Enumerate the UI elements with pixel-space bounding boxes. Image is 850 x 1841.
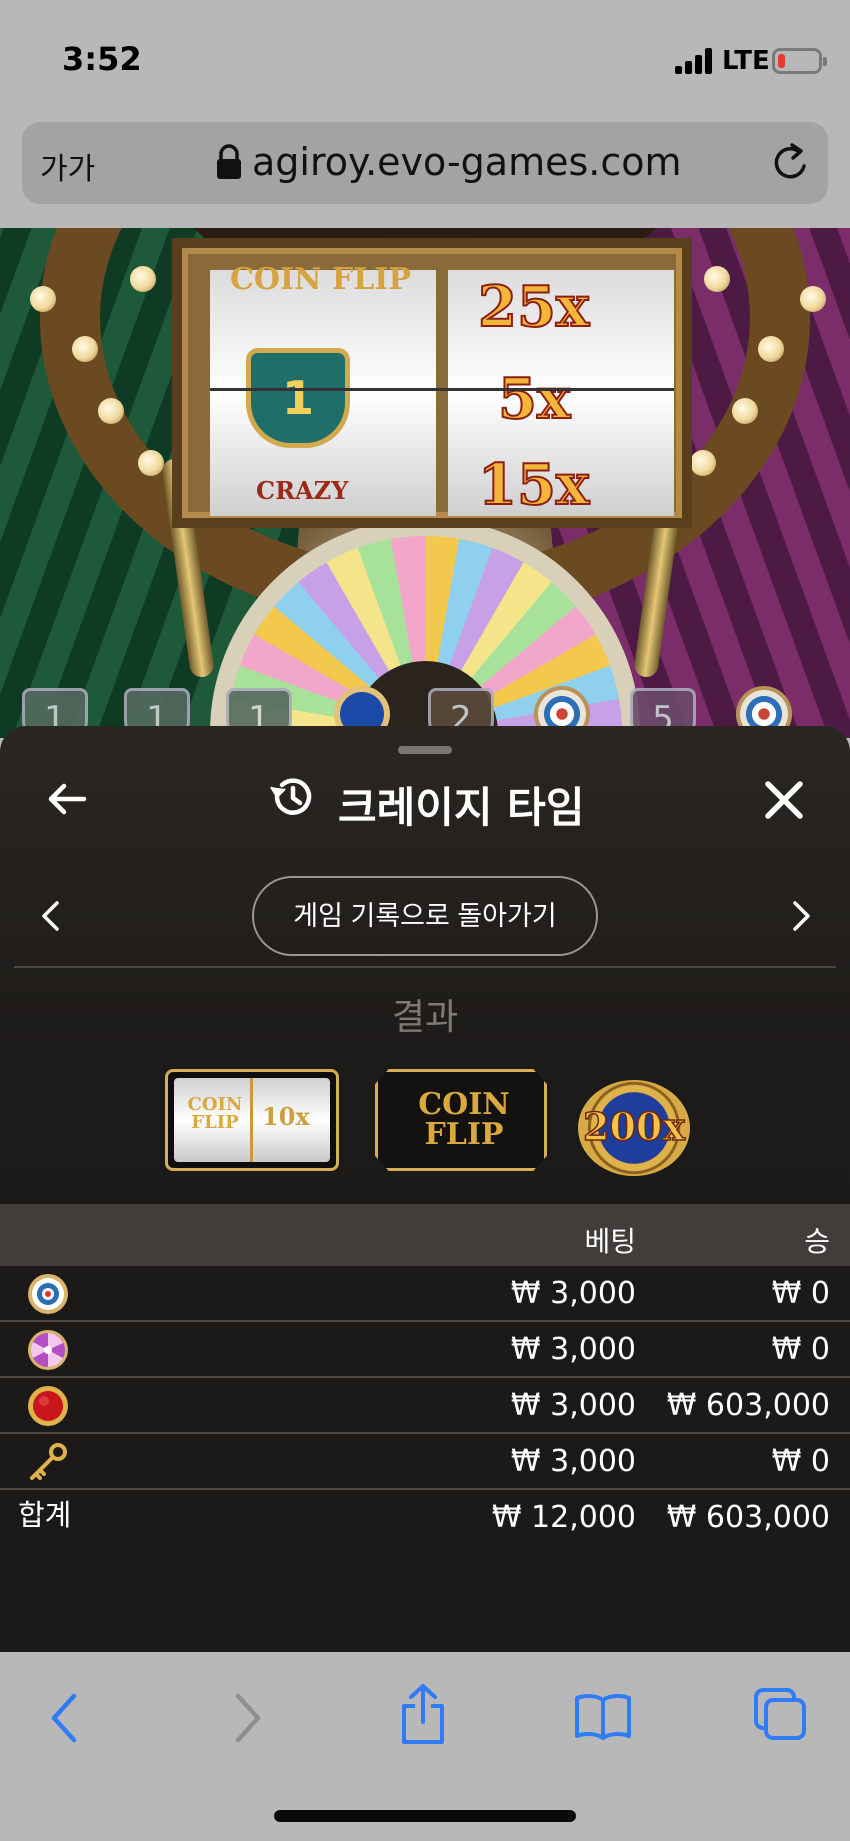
slot-reel-right: 25x 5x 15x xyxy=(448,270,674,519)
slot-crazy-label: CRAZY xyxy=(256,476,349,505)
slot-shield: 1 xyxy=(246,348,350,448)
header-win: 승 xyxy=(804,1225,830,1258)
marquee-bulb xyxy=(690,450,716,476)
table-row: ₩ 3,000 ₩ 0 xyxy=(0,1322,850,1378)
slot-shield-number: 1 xyxy=(281,371,314,425)
table-row: ₩ 3,000 ₩ 603,000 xyxy=(0,1378,850,1434)
slot-multiplier: 5x xyxy=(497,365,571,433)
history-icon xyxy=(270,778,312,815)
marquee-bulb xyxy=(758,336,784,362)
close-icon[interactable] xyxy=(762,778,806,822)
status-bar: 3:52 LTE xyxy=(0,0,850,120)
text-size-button[interactable]: 가가 xyxy=(40,144,95,188)
lock-icon xyxy=(217,144,241,179)
divider xyxy=(14,966,836,968)
result-slot-separator xyxy=(250,1078,253,1162)
marquee-bulb xyxy=(130,266,156,292)
status-time: 3:52 xyxy=(62,40,142,78)
marquee-bulb xyxy=(72,336,98,362)
game-video: COIN FLIP 1 CRAZY 25x 5x 15x 1 1 1 2 5 xyxy=(0,228,850,738)
home-indicator xyxy=(274,1810,576,1822)
marquee-bulb xyxy=(98,398,124,424)
forward-icon[interactable] xyxy=(232,1690,264,1746)
win-amount: ₩ 603,000 xyxy=(666,1388,830,1423)
slot-multiplier: 15x xyxy=(477,451,590,519)
back-to-history-button[interactable]: 게임 기록으로 돌아가기 xyxy=(252,876,598,956)
marquee-bulb xyxy=(732,398,758,424)
network-label: LTE xyxy=(722,46,770,76)
chevron-left-icon[interactable] xyxy=(40,900,60,932)
total-row: 합계 ₩ 12,000 ₩ 603,000 xyxy=(0,1490,850,1546)
result-multiplier: 200x xyxy=(582,1103,685,1150)
marquee-bulb xyxy=(138,450,164,476)
win-amount: ₩ 0 xyxy=(771,1444,830,1479)
address-bar[interactable]: 가가 agiroy.evo-games.com xyxy=(22,122,828,204)
game-history-sheet: 크레이지 타임 게임 기록으로 돌아가기 결과 COIN FLIP 10x CO… xyxy=(0,726,850,1652)
reload-icon[interactable] xyxy=(768,140,814,186)
result-slot-coinflip: COIN FLIP xyxy=(187,1094,243,1133)
slot-multiplier: 25x xyxy=(477,273,590,341)
top-slot: COIN FLIP 1 CRAZY 25x 5x 15x xyxy=(172,238,692,528)
result-label: 결과 xyxy=(391,997,459,1038)
signal-icon xyxy=(675,48,715,74)
result-segment-label: COIN FLIP xyxy=(418,1087,510,1152)
share-icon[interactable] xyxy=(398,1682,448,1746)
total-win: ₩ 603,000 xyxy=(666,1500,830,1535)
table-header: 베팅 승 xyxy=(0,1204,850,1266)
win-amount: ₩ 0 xyxy=(771,1276,830,1311)
marquee-bulb xyxy=(800,286,826,312)
slot-coinflip-label: COIN FLIP xyxy=(230,262,411,297)
sheet-grabber[interactable] xyxy=(398,746,452,754)
bookmarks-icon[interactable] xyxy=(574,1692,632,1740)
result-segment: COIN FLIP xyxy=(375,1069,547,1171)
table-row: ₩ 3,000 ₩ 0 xyxy=(0,1266,850,1322)
marquee-bulb xyxy=(30,286,56,312)
result-top-slot: COIN FLIP 10x xyxy=(165,1069,339,1171)
result-slot-multiplier: 10x xyxy=(262,1102,310,1131)
marquee-bulb xyxy=(704,266,730,292)
back-icon[interactable] xyxy=(48,1690,80,1746)
chevron-right-icon[interactable] xyxy=(792,900,812,932)
win-amount: ₩ 0 xyxy=(771,1332,830,1367)
battery-icon xyxy=(772,48,827,74)
arrow-left-icon[interactable] xyxy=(46,778,88,820)
slot-payline xyxy=(210,388,674,391)
url-text[interactable]: agiroy.evo-games.com xyxy=(252,140,682,184)
slot-reel-left: COIN FLIP 1 CRAZY xyxy=(210,264,436,516)
table-row: ₩ 3,000 ₩ 0 xyxy=(0,1434,850,1490)
result-multiplier-coin: 200x xyxy=(578,1080,690,1176)
sheet-title: 크레이지 타임 xyxy=(338,783,585,832)
tabs-icon[interactable] xyxy=(752,1686,808,1742)
